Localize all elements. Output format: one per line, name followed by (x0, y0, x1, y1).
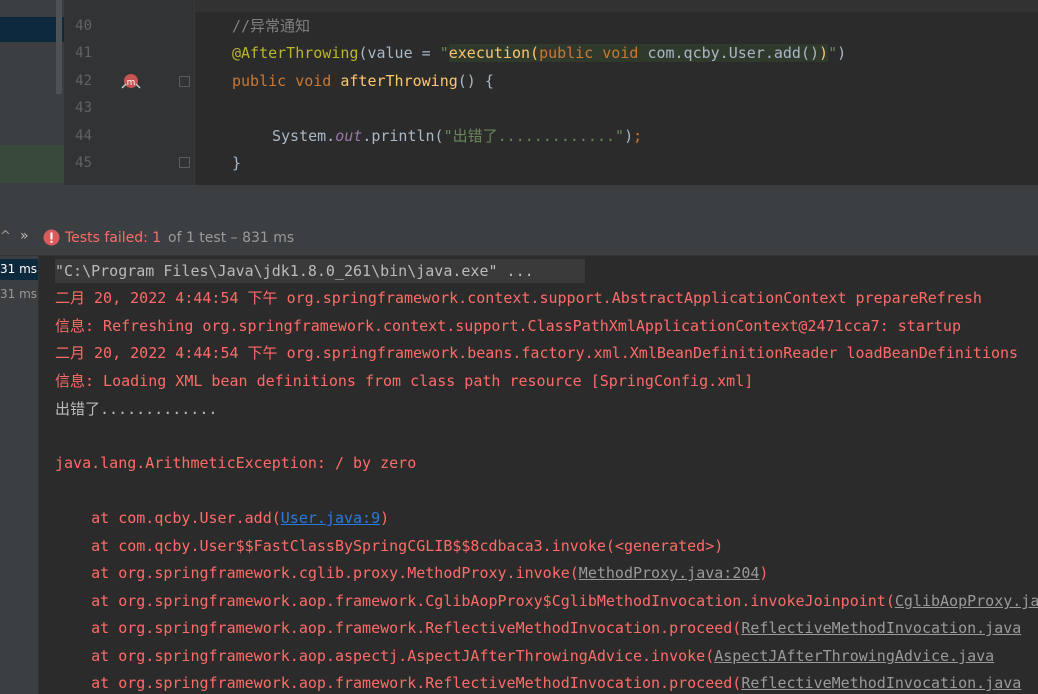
stack-trace-line: at com.qcby.User$$FastClassBySpringCGLIB… (55, 536, 723, 556)
stack-frame: at org.springframework.aop.aspectj.Aspec… (55, 647, 715, 665)
source-link[interactable]: AspectJAfterThrowingAdvice.java (714, 647, 994, 665)
code-pointcut-keyword: void (602, 44, 648, 62)
stack-trace-line: at org.springframework.aop.framework.Cgl… (55, 591, 1038, 611)
run-panel-header (0, 187, 1038, 222)
collapse-up-icon[interactable]: ^ (0, 229, 11, 244)
console-log-line: 信息: Loading XML bean definitions from cl… (55, 372, 754, 390)
code-line-40: //异常通知 (232, 17, 310, 35)
test-duration[interactable]: 31 ms (0, 262, 37, 276)
code-editor[interactable]: 40 41 42 43 44 45 m //异常通知 @AfterThrowin… (0, 0, 1038, 185)
stack-trace-line: at org.springframework.cglib.proxy.Metho… (55, 563, 768, 583)
code-string: "出错了............." (443, 127, 625, 145)
stack-trace-line: at org.springframework.aop.framework.Ref… (55, 673, 1021, 693)
console-output[interactable]: "C:\Program Files\Java\jdk1.8.0_261\bin\… (39, 256, 1038, 694)
error-icon (43, 229, 60, 246)
code-pointcut-target: com.qcby.User.add() (647, 44, 820, 62)
stack-frame: at org.springframework.aop.framework.Ref… (55, 674, 742, 692)
test-tree[interactable] (0, 256, 38, 694)
code-field: out (335, 127, 363, 145)
expand-more-icon[interactable]: » (20, 228, 29, 244)
source-link[interactable]: User.java:9 (281, 509, 380, 527)
project-scrollbar[interactable] (56, 0, 62, 94)
code-pointcut-keyword: execution( (448, 44, 540, 62)
line-number: 40 (75, 18, 92, 34)
console-log-line: 二月 20, 2022 4:44:54 下午 org.springframewo… (55, 289, 982, 307)
stack-trace-line: at org.springframework.aop.aspectj.Aspec… (55, 646, 994, 666)
console-exception: java.lang.ArithmeticException: / by zero (55, 454, 417, 472)
code-comment: //异常通知 (232, 17, 311, 35)
source-link[interactable]: ReflectiveMethodInvocation.java (741, 674, 1021, 692)
code-pointcut-paren: ) (819, 44, 829, 62)
test-duration[interactable]: 31 ms (0, 287, 37, 301)
stack-frame: at org.springframework.aop.framework.Ref… (55, 619, 742, 637)
code-line-41: @AfterThrowing(value = "execution(public… (232, 44, 846, 62)
tests-failed-label: Tests failed: 1 (65, 229, 161, 247)
console-log-line: 二月 20, 2022 4:44:54 下午 org.springframewo… (55, 344, 1019, 362)
stack-frame-close: ) (759, 564, 769, 582)
code-keyword: public (232, 72, 296, 90)
current-line-highlight (195, 0, 1038, 12)
code-keyword: void (295, 72, 341, 90)
stack-frame-close: ) (380, 509, 390, 527)
code-line-45: } (232, 154, 241, 172)
code-token: System. (272, 127, 336, 145)
code-string-quote: " (439, 44, 449, 62)
line-number: 43 (75, 100, 92, 116)
code-token: .println( (362, 127, 444, 145)
stack-frame: at org.springframework.aop.framework.Cgl… (55, 592, 895, 610)
code-line-42: public void afterThrowing() { (232, 72, 494, 90)
line-number: 44 (75, 128, 92, 144)
console-command[interactable]: "C:\Program Files\Java\jdk1.8.0_261\bin\… (55, 261, 534, 281)
stack-trace-line: at com.qcby.User.add(User.java:9) (55, 508, 389, 528)
code-token: (value = (358, 44, 440, 62)
line-number: 41 (75, 45, 92, 61)
code-token: () { (457, 72, 494, 90)
source-link[interactable]: ReflectiveMethodInvocation.java (741, 619, 1021, 637)
stack-trace-line: at org.springframework.aop.framework.Ref… (55, 618, 1021, 638)
fold-marker-icon[interactable] (179, 157, 190, 168)
console-log-line: 信息: Refreshing org.springframework.conte… (55, 317, 961, 335)
console-output-line: 出错了............. (55, 400, 218, 418)
tests-failed-text: Tests failed: (65, 230, 153, 246)
project-selected-row[interactable] (0, 17, 64, 42)
code-annotation: @AfterThrowing (232, 44, 359, 62)
code-token: } (232, 154, 242, 172)
project-highlight-row[interactable] (0, 145, 64, 183)
line-number: 42 (75, 73, 92, 89)
stack-frame: at org.springframework.cglib.proxy.Metho… (55, 564, 579, 582)
source-link[interactable]: MethodProxy.java:204 (579, 564, 760, 582)
code-semicolon: ; (633, 127, 643, 145)
code-method-name: afterThrowing (340, 72, 458, 90)
svg-text:m: m (127, 78, 136, 88)
stack-frame: at com.qcby.User.add( (55, 509, 281, 527)
tests-summary: of 1 test – 831 ms (168, 230, 295, 246)
line-number: 45 (75, 155, 92, 171)
code-line-44: System.out.println("出错了............."); (272, 127, 642, 145)
code-string-quote: " (828, 44, 838, 62)
aop-advice-icon[interactable]: m (120, 72, 142, 92)
gutter-divider (194, 0, 195, 185)
source-link[interactable]: CglibAopProxy.java (895, 592, 1038, 610)
tests-failed-count: 1 (152, 230, 162, 246)
code-token: ) (624, 127, 634, 145)
code-pointcut-keyword: public (539, 44, 603, 62)
fold-marker-icon[interactable] (179, 76, 190, 87)
code-token: ) (837, 44, 847, 62)
stack-frame: at com.qcby.User$$FastClassBySpringCGLIB… (55, 537, 724, 555)
